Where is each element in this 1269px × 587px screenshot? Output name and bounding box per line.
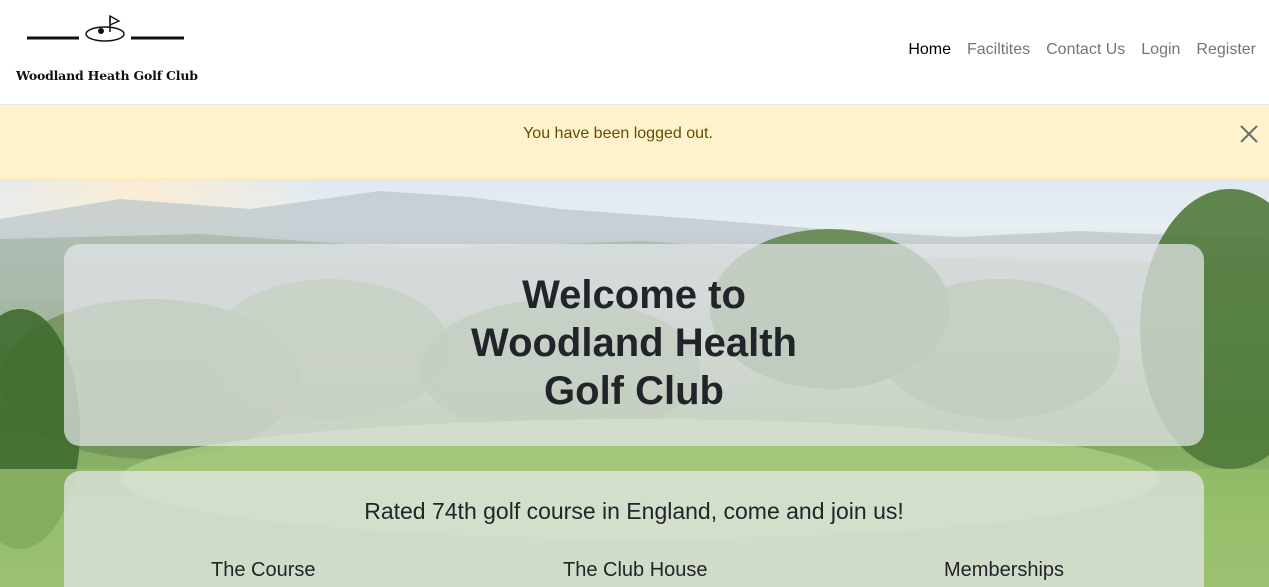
- page-title: Welcome to Woodland Health Golf Club: [64, 271, 1204, 415]
- logout-alert: You have been logged out.: [0, 105, 1269, 179]
- welcome-panel: Welcome to Woodland Health Golf Club: [64, 244, 1204, 446]
- hero-background: Welcome to Woodland Health Golf Club Rat…: [0, 179, 1269, 587]
- nav-contact-us[interactable]: Contact Us: [1046, 40, 1125, 60]
- tagline: Rated 74th golf course in England, come …: [364, 498, 904, 524]
- golf-flag-logo-icon: [27, 14, 184, 42]
- feature-memberships[interactable]: Memberships: [944, 558, 1064, 582]
- title-line: Golf Club: [544, 369, 724, 413]
- brand-name: Woodland Heath Golf Club: [16, 68, 198, 83]
- nav-login[interactable]: Login: [1141, 40, 1180, 60]
- navbar: Woodland Heath Golf Club Home Faciltites…: [0, 0, 1269, 105]
- brand-logo-link[interactable]: Woodland Heath Golf Club: [16, 14, 198, 86]
- nav-home[interactable]: Home: [908, 40, 951, 60]
- close-icon[interactable]: [1239, 124, 1259, 144]
- feature-the-course[interactable]: The Course: [211, 558, 316, 582]
- nav-facilities[interactable]: Faciltites: [967, 40, 1030, 60]
- title-line: Woodland Health: [471, 321, 797, 365]
- feature-club-house[interactable]: The Club House: [563, 558, 708, 582]
- nav-register[interactable]: Register: [1196, 40, 1256, 60]
- main-nav: Home Faciltites Contact Us Login Registe…: [908, 40, 1256, 60]
- alert-message: You have been logged out.: [523, 125, 713, 142]
- title-line: Welcome to: [522, 273, 746, 317]
- info-panel: Rated 74th golf course in England, come …: [64, 471, 1204, 587]
